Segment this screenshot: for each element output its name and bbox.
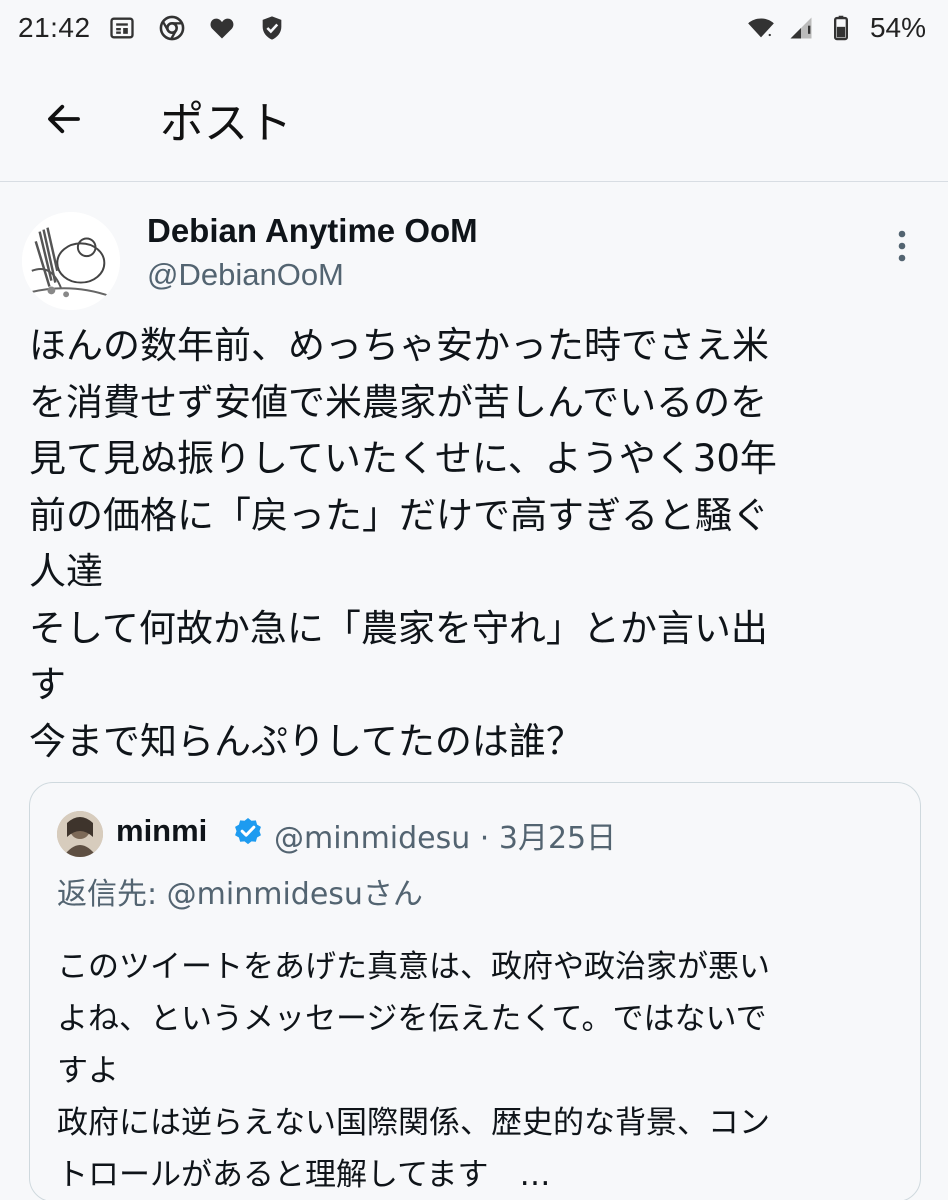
header-divider bbox=[0, 181, 948, 182]
post-text-line: 前の価格に「戻った」だけで高すぎると騒ぐ bbox=[29, 493, 769, 537]
author-handle[interactable]: @DebianOoM bbox=[147, 257, 344, 293]
post-text-line: す bbox=[29, 663, 66, 706]
status-time: 21:42 bbox=[18, 12, 91, 43]
quoted-author-name[interactable]: minmi bbox=[116, 813, 207, 849]
quoted-handle-date: @minmidesu · 3月25日 bbox=[274, 821, 617, 856]
post-text-line: 見て見ぬ振りしていたくせに、ようやく30年 bbox=[29, 437, 777, 480]
news-icon bbox=[107, 13, 137, 43]
verified-badge-icon bbox=[235, 818, 261, 845]
quoted-post[interactable]: minmi @minmidesu · 3月25日 返信先: @minmidesu… bbox=[29, 782, 921, 1200]
shield-check-icon bbox=[257, 13, 287, 43]
chrome-icon bbox=[157, 13, 187, 43]
post-text-line: を消費せず安値で米農家が苦しんでいるのを bbox=[29, 380, 768, 424]
status-bar-left: 21:42 bbox=[18, 12, 307, 44]
reply-to-label[interactable]: 返信先: @minmidesuさん bbox=[57, 869, 423, 913]
post-body: ほんの数年前、めっちゃ安かった時でさえ米 を消費せず安値で米農家が苦しんでいるの… bbox=[29, 318, 929, 770]
author-display-name[interactable]: Debian Anytime OoM bbox=[147, 212, 478, 250]
more-vertical-icon bbox=[898, 230, 906, 262]
post-text-line: ほんの数年前、めっちゃ安かった時でさえ米 bbox=[29, 324, 769, 367]
quoted-text-line: トロールがあると理解してます … bbox=[57, 1157, 551, 1193]
signal-icon bbox=[786, 13, 816, 43]
arrow-left-icon bbox=[48, 104, 80, 134]
more-options-button[interactable] bbox=[884, 226, 920, 266]
status-bar-right: 54% bbox=[746, 12, 926, 44]
post-text-line: 人達 bbox=[29, 550, 103, 593]
author-avatar[interactable] bbox=[22, 212, 120, 310]
quoted-text-line: 政府には逆らえない国際関係、歴史的な背景、コン bbox=[57, 1105, 770, 1141]
status-bar: 21:42 54% bbox=[0, 0, 948, 56]
quoted-text-line: よね、というメッセージを伝えたくて。ではないで bbox=[57, 1001, 767, 1037]
post-author: Debian Anytime OoM @DebianOoM bbox=[0, 200, 948, 310]
battery-icon bbox=[826, 13, 856, 43]
battery-percent: 54% bbox=[869, 12, 926, 43]
heart-icon bbox=[207, 13, 237, 43]
post-text-line: そして何故か急に「農家を守れ」とか言い出 bbox=[29, 606, 768, 650]
top-app-bar: ポスト bbox=[0, 56, 948, 182]
back-button[interactable] bbox=[34, 89, 94, 149]
page-title: ポスト bbox=[160, 98, 292, 149]
post-text-line: 今まで知らんぷりしてたのは誰？ bbox=[29, 719, 583, 763]
quoted-author-avatar[interactable] bbox=[57, 811, 103, 857]
wifi-icon bbox=[746, 13, 776, 43]
quoted-text-line: このツイートをあげた真意は、政府や政治家が悪い bbox=[57, 949, 770, 985]
quoted-post-body: このツイートをあげた真意は、政府や政治家が悪い よね、というメッセージを伝えたく… bbox=[57, 941, 907, 1200]
quoted-text-line: すよ bbox=[57, 1053, 119, 1089]
